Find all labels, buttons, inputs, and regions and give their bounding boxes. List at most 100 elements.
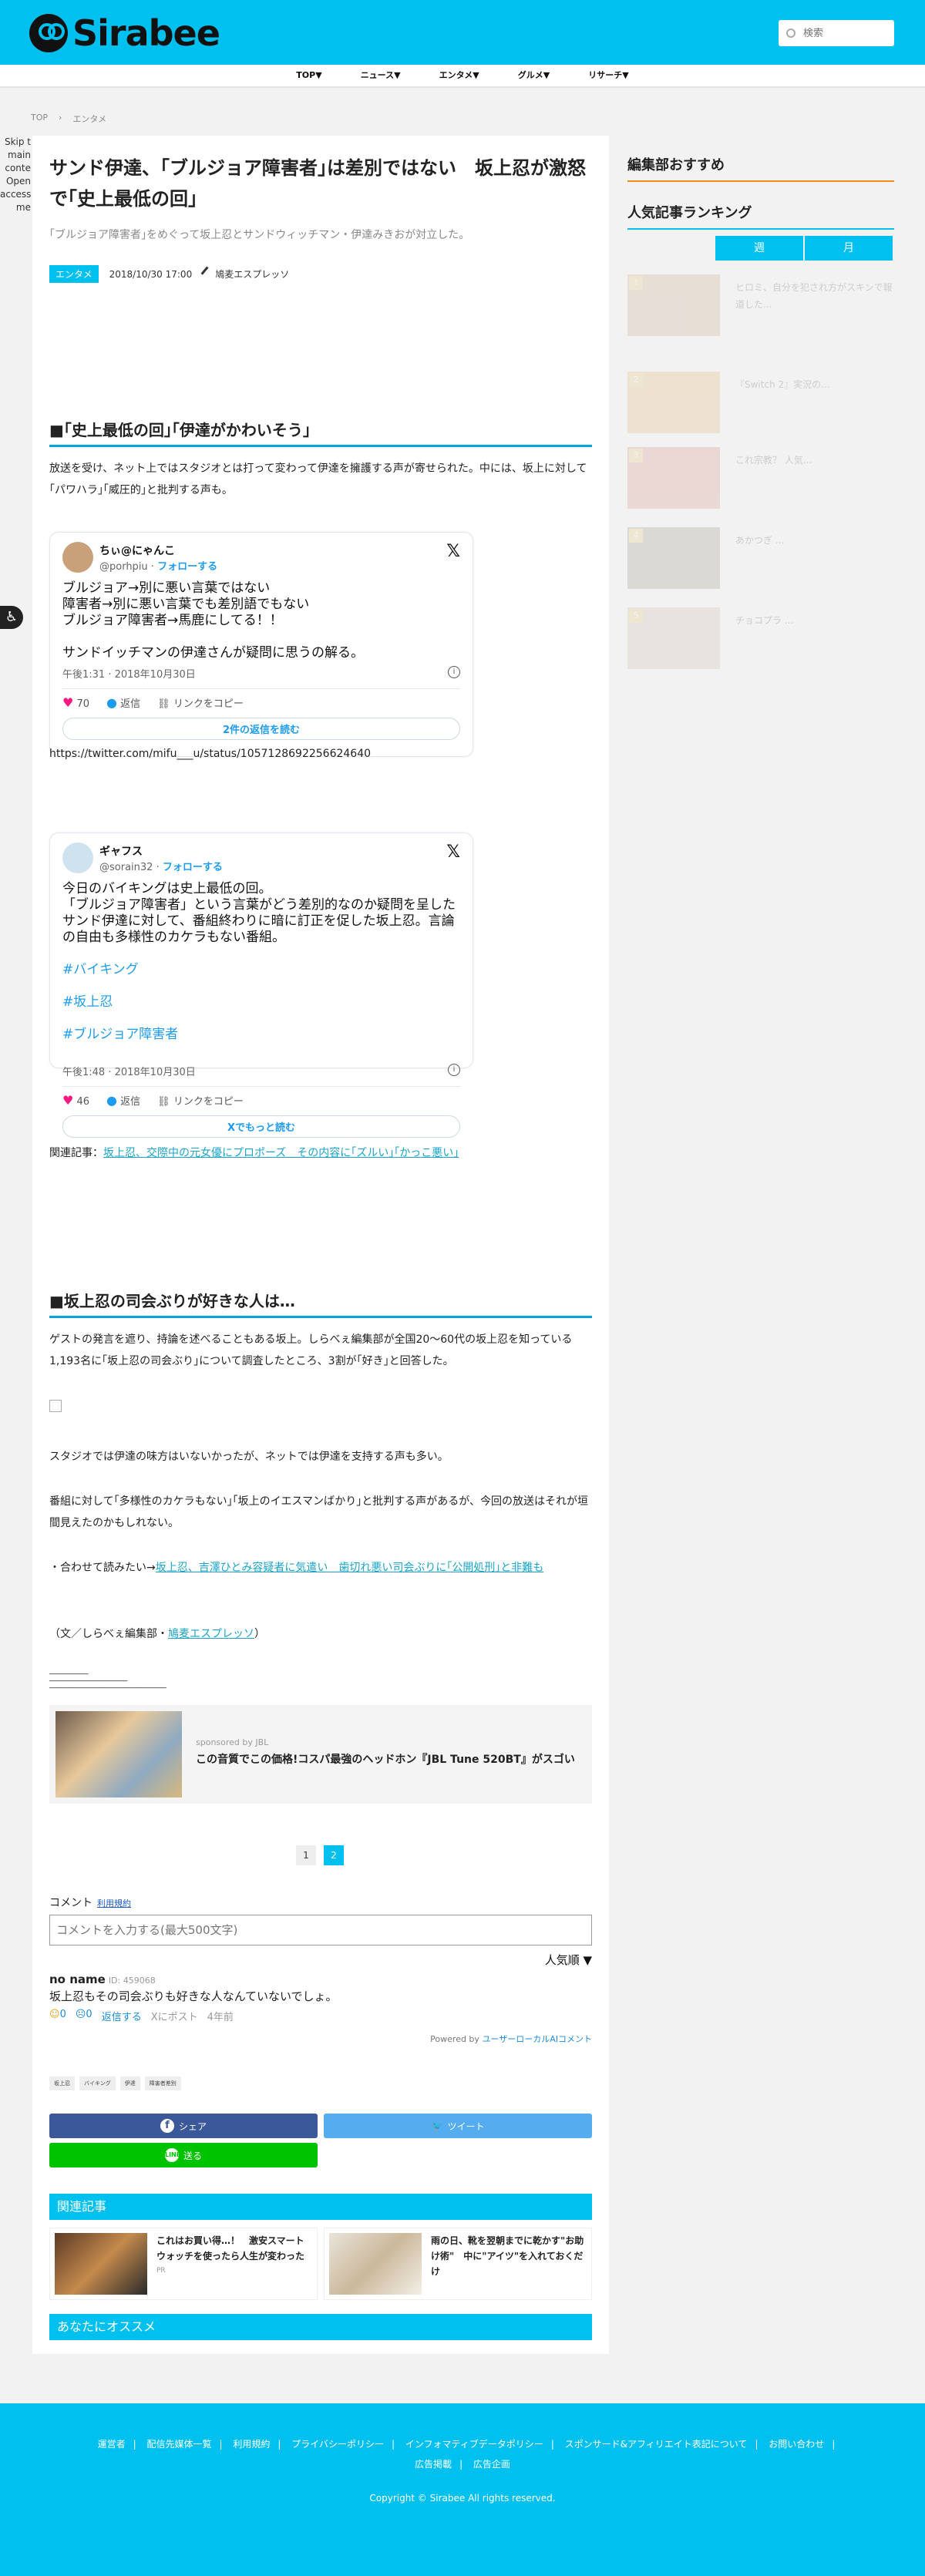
breadcrumb-entertainment[interactable]: エンタメ [72, 113, 106, 125]
page-1-button[interactable]: 1 [296, 1845, 316, 1865]
facebook-share-button[interactable]: f シェア [49, 2114, 318, 2138]
twitter-share-button[interactable]: 🐦 ツイート [324, 2114, 592, 2138]
reply-comment-button[interactable]: 返信する [102, 2009, 142, 2023]
ranking-title[interactable]: 『Switch 2』実況の... [735, 376, 894, 393]
ranking-item[interactable]: 2 『Switch 2』実況の... [627, 372, 894, 436]
follow-link[interactable]: フォローする [163, 862, 223, 873]
read-more-on-x-button[interactable]: Xでもっと読む [62, 1115, 460, 1138]
x-logo-icon[interactable]: 𝕏 [446, 842, 460, 862]
tweet-time[interactable]: 午後1:31 · 2018年10月30日 [62, 669, 196, 681]
ranking-item[interactable]: 4 あかつぎ ... [627, 527, 894, 592]
tag-item[interactable]: 伊達 [119, 2077, 140, 2090]
reply-label: 返信 [120, 698, 141, 710]
footer-link[interactable]: 運営者 [98, 2439, 126, 2450]
ranking-title[interactable]: ヒロミ、自分を犯され方がスキンで報道した... [735, 279, 894, 313]
tweet-author-name[interactable]: ギャフス [99, 843, 223, 859]
related-articles-heading: 関連記事 [49, 2194, 592, 2220]
follow-link[interactable]: フォローする [157, 561, 217, 573]
ranking-title[interactable]: チョコプラ ... [735, 612, 894, 629]
ranking-item[interactable]: 5 チョコプラ ... [627, 607, 894, 672]
nav-item-research[interactable]: リサーチ▼ [588, 65, 628, 86]
footer-link[interactable]: 配信先媒体一覧 [147, 2439, 212, 2450]
related-article-item[interactable]: これはお買い得…！ 激安スマートウォッチを使ったら人生が変わった PR [49, 2228, 318, 2300]
article-author[interactable]: 鳩麦エスプレッソ [200, 266, 289, 281]
also-read-line: ・合わせて読みたい→坂上忍、吉澤ひとみ容疑者に気遣い 歯切れ悪い司会ぶりに｢公開… [49, 1557, 592, 1579]
embedded-tweet-1[interactable]: ちぃ@にゃんこ @porhpiu · フォローする 𝕏 ブルジョア→別に悪い言葉… [49, 532, 473, 757]
good-button[interactable]: ☺0 [49, 2009, 66, 2023]
x-logo-icon[interactable]: 𝕏 [446, 542, 460, 561]
footer-link[interactable]: 利用規約 [233, 2439, 270, 2450]
footer-link[interactable]: 広告企画 [473, 2459, 510, 2470]
post-to-x-button[interactable]: Xにポスト [151, 2009, 198, 2023]
tweet-handle[interactable]: @porhpiu [99, 561, 148, 573]
comment-input[interactable] [49, 1915, 592, 1945]
promo-image[interactable] [56, 1711, 182, 1797]
related-article-image[interactable] [329, 2233, 422, 2295]
like-button[interactable]: ♥ 70 [62, 695, 89, 710]
tab-week[interactable]: 週 [715, 236, 803, 261]
like-count: 70 [76, 698, 90, 710]
ranking-title[interactable]: あかつぎ ... [735, 532, 894, 549]
page-2-button[interactable]: 2 [324, 1845, 344, 1865]
avatar[interactable] [62, 542, 93, 573]
powered-link[interactable]: ユーザーローカルAIコメント [482, 2034, 592, 2044]
nav-item-news[interactable]: ニュース▼ [361, 65, 401, 86]
hashtag-link[interactable]: #ブルジョア障害者 [62, 1027, 460, 1043]
nav-item-gourmet[interactable]: グルメ▼ [518, 65, 550, 86]
info-icon[interactable]: i [448, 1064, 460, 1076]
footer-link[interactable]: プライバシーポリシー [291, 2439, 384, 2450]
also-read-link[interactable]: 坂上忍、吉澤ひとみ容疑者に気遣い 歯切れ悪い司会ぶりに｢公開処刑｣と非難も [156, 1562, 544, 1574]
reply-button[interactable]: ● 返信 [106, 695, 140, 710]
ranking-title[interactable]: これ宗教？ 人気... [735, 452, 894, 469]
read-replies-button[interactable]: 2件の返信を読む [62, 718, 460, 740]
promo-title[interactable]: この音質でこの価格!コスパ最強のヘッドホン『JBL Tune 520BT』がスゴ… [196, 1751, 575, 1767]
related-article-item[interactable]: 雨の日、靴を翌朝までに乾かす"お助け術" 中に"アイツ"を入れておくだけ [324, 2228, 592, 2300]
related-article-image[interactable] [55, 2233, 147, 2295]
info-icon[interactable]: i [448, 666, 460, 678]
footer-link[interactable]: スポンサード&アフィリエイト表記について [565, 2439, 748, 2450]
bad-button[interactable]: ☹0 [76, 2009, 92, 2023]
comment-sort-select[interactable]: 人気順 ▼ [49, 1952, 592, 1968]
reply-button[interactable]: ● 返信 [106, 1093, 140, 1108]
line-share-button[interactable]: LINE 送る [49, 2143, 318, 2167]
tag-item[interactable]: 坂上忍 [49, 2077, 75, 2090]
tweet-time[interactable]: 午後1:48 · 2018年10月30日 [62, 1067, 196, 1078]
site-logo[interactable]: Sirabee [29, 12, 220, 54]
logo-mark-icon [29, 14, 68, 52]
tag-item[interactable]: バイキング [79, 2077, 116, 2090]
comment-section: コメント利用規約 人気順 ▼ no nameID: 459068 坂上忍もその司… [49, 1895, 592, 2045]
category-badge[interactable]: エンタメ [49, 265, 99, 283]
tab-month[interactable]: 月 [805, 236, 893, 261]
hashtag-link[interactable]: #バイキング [62, 962, 460, 978]
hashtag-link[interactable]: #坂上忍 [62, 994, 460, 1011]
smile-icon: ☺ [49, 2009, 60, 2020]
article-lead: ｢ブルジョア障害者｣をめぐって坂上忍とサンドウィッチマン・伊達みきおが対立した。 [49, 229, 470, 241]
accessibility-icon[interactable]: ♿ [0, 606, 23, 629]
skip-to-content-link[interactable]: Skip t main conte Open accessi me [0, 136, 31, 214]
like-button[interactable]: ♥ 46 [62, 1093, 89, 1108]
tweet-handle[interactable]: @sorain32 [99, 862, 153, 873]
search-box[interactable] [779, 20, 894, 46]
terms-link[interactable]: 利用規約 [97, 1898, 131, 1908]
pagination: 1 2 [296, 1845, 344, 1865]
copy-link-button[interactable]: ⛓ リンクをコピー [157, 695, 244, 710]
footer-link[interactable]: インフォマティブデータポリシー [405, 2439, 543, 2450]
copy-link-button[interactable]: ⛓ リンクをコピー [157, 1093, 244, 1108]
nav-item-entertainment[interactable]: エンタメ▼ [439, 65, 479, 86]
author-credit-link[interactable]: 鳩麦エスプレッソ [168, 1628, 254, 1640]
search-input[interactable] [803, 27, 880, 39]
embedded-tweet-2[interactable]: ギャフス @sorain32 · フォローする 𝕏 今日のバイキングは史上最低の… [49, 832, 473, 1138]
footer-link[interactable]: お問い合わせ [769, 2439, 824, 2450]
related-article-title[interactable]: これはお買い得…！ 激安スマートウォッチを使ったら人生が変わった [156, 2233, 312, 2264]
tweet-author-name[interactable]: ちぃ@にゃんこ [99, 543, 217, 558]
ranking-item[interactable]: 3 これ宗教？ 人気... [627, 447, 894, 512]
tag-item[interactable]: 障害者差別 [144, 2077, 181, 2090]
breadcrumb-top[interactable]: TOP [31, 113, 48, 125]
nav-item-top[interactable]: TOP▼ [296, 65, 321, 86]
avatar[interactable] [62, 842, 93, 873]
related-article-title[interactable]: 雨の日、靴を翌朝までに乾かす"お助け術" 中に"アイツ"を入れておくだけ [431, 2233, 587, 2279]
related-article-link[interactable]: 坂上忍、交際中の元女優にプロポーズ その内容に｢ズルい｣｢かっこ悪い｣ [103, 1147, 459, 1159]
footer-link[interactable]: 広告掲載 [415, 2459, 452, 2470]
sponsored-promo[interactable]: sponsored by JBL この音質でこの価格!コスパ最強のヘッドホン『J… [49, 1705, 592, 1804]
ranking-item[interactable]: 1 ヒロミ、自分を犯され方がスキンで報道した... [627, 274, 894, 339]
